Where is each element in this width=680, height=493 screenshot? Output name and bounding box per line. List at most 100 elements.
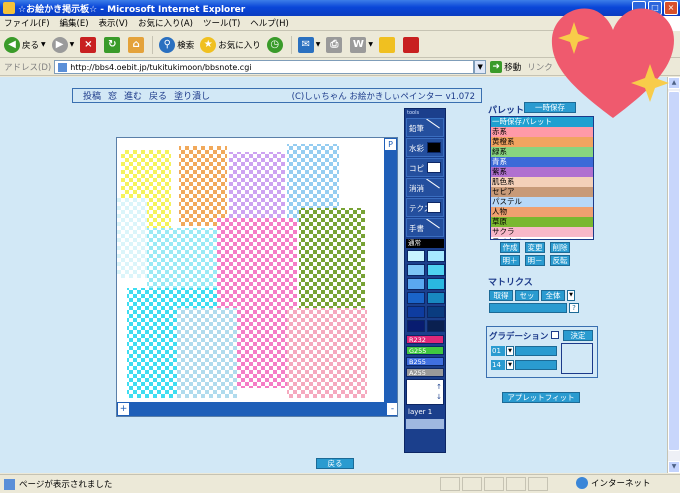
nav-redo[interactable]: 進む <box>124 89 142 102</box>
palette-change-button[interactable]: 変更 <box>525 242 545 253</box>
palette-item[interactable]: 肌色系 <box>491 177 593 187</box>
tool-copy[interactable]: コピ <box>406 158 444 177</box>
matrix-input[interactable] <box>489 303 567 313</box>
red-slider[interactable]: R232 <box>406 335 444 344</box>
zoom-out-button[interactable]: - <box>386 402 397 416</box>
canvas-artwork[interactable] <box>117 138 385 403</box>
palette-create-button[interactable]: 作成 <box>500 242 520 253</box>
canvas-horizontal-scrollbar[interactable]: + - <box>117 402 397 416</box>
gradation-start-value[interactable]: 01 <box>491 346 505 356</box>
menu-file[interactable]: ファイル(F) <box>4 17 50 29</box>
favorites-button[interactable]: ★ お気に入り <box>200 36 261 53</box>
layer-strip[interactable] <box>406 419 444 429</box>
menu-view[interactable]: 表示(V) <box>99 17 128 29</box>
color-swatch[interactable] <box>427 278 445 290</box>
gradation-ok-button[interactable]: 決定 <box>563 330 593 341</box>
menu-favorites[interactable]: お気に入り(A) <box>138 17 193 29</box>
palette-delete-button[interactable]: 削除 <box>550 242 570 253</box>
menu-edit[interactable]: 編集(E) <box>60 17 89 29</box>
mail-button[interactable]: ✉ ▼ <box>297 36 321 53</box>
edit-button[interactable]: W ▼ <box>350 36 373 53</box>
history-button[interactable]: ◷ <box>266 36 285 53</box>
color-swatch[interactable] <box>407 264 425 276</box>
back-dropdown-icon[interactable]: ▼ <box>41 41 46 48</box>
menu-help[interactable]: ヘルプ(H) <box>250 17 289 29</box>
discuss-button[interactable] <box>379 36 397 53</box>
home-button[interactable]: ⌂ <box>128 36 146 53</box>
tool-pencil[interactable]: 鉛筆 <box>406 118 444 137</box>
blend-mode[interactable]: 通常 <box>406 239 444 248</box>
matrix-help-button[interactable]: ? <box>569 303 579 313</box>
palette-item[interactable]: サクラ <box>491 227 593 237</box>
drawing-canvas[interactable]: P + - <box>116 137 398 417</box>
tool-handwrite[interactable]: 手書 <box>406 218 444 237</box>
color-swatch[interactable] <box>407 292 425 304</box>
edit-dropdown-icon[interactable]: ▼ <box>368 41 373 48</box>
menu-tools[interactable]: ツール(T) <box>203 17 240 29</box>
color-swatch[interactable] <box>427 292 445 304</box>
matrix-get-button[interactable]: 取得 <box>489 290 513 301</box>
nav-fill[interactable]: 塗り潰し <box>174 89 210 102</box>
page-back-button[interactable]: 戻る <box>316 458 354 469</box>
palette-list[interactable]: 一時保存パレット赤系黄橙系緑系青系紫系肌色系セピアパステル人物草原サクラモノクロ <box>490 116 594 240</box>
color-swatch[interactable] <box>407 306 425 318</box>
gradation-end-dropdown-icon[interactable]: ▼ <box>506 360 514 370</box>
page-scrollbar[interactable]: ▲ ▼ <box>667 77 680 473</box>
palette-item[interactable]: 人物 <box>491 207 593 217</box>
canvas-corner-button[interactable]: P <box>384 138 397 151</box>
applet-fit-button[interactable]: アプレットフィット <box>502 392 580 403</box>
palette-item[interactable]: セピア <box>491 187 593 197</box>
color-swatch[interactable] <box>427 250 445 262</box>
palette-darken-button[interactable]: 明－ <box>525 255 545 266</box>
palette-item[interactable]: 緑系 <box>491 147 593 157</box>
matrix-set-button[interactable]: セット <box>515 290 539 310</box>
address-input[interactable]: http://bbs4.oebit.jp/tukitukimoon/bbsnot… <box>54 60 475 74</box>
zoom-in-button[interactable]: + <box>117 402 130 416</box>
palette-item[interactable]: 黄橙系 <box>491 137 593 147</box>
pen-size-box[interactable]: ↑ ↓ <box>406 379 444 405</box>
alpha-slider[interactable]: A255 <box>406 368 444 377</box>
mail-dropdown-icon[interactable]: ▼ <box>316 41 321 48</box>
print-button[interactable]: ⎙ <box>326 36 344 53</box>
canvas-vertical-scrollbar[interactable]: P <box>384 138 397 403</box>
gradation-end-value[interactable]: 14 <box>491 360 505 370</box>
refresh-button[interactable]: ↻ <box>104 36 122 53</box>
back-button[interactable]: ◀ 戻る ▼ <box>4 36 46 53</box>
nav-post[interactable]: 投稿 <box>83 89 101 102</box>
address-dropdown-icon[interactable]: ▼ <box>474 60 487 74</box>
layer-label[interactable]: layer 1 <box>406 407 444 417</box>
tool-texture[interactable]: テクス <box>406 198 444 217</box>
research-button[interactable] <box>403 36 421 53</box>
palette-brighten-button[interactable]: 明＋ <box>500 255 520 266</box>
palette-item[interactable]: 赤系 <box>491 127 593 137</box>
stop-button[interactable]: × <box>80 36 98 53</box>
palette-item[interactable]: 青系 <box>491 157 593 167</box>
green-slider[interactable]: G255 <box>406 346 444 355</box>
search-button[interactable]: ⚲ 検索 <box>159 36 194 53</box>
palette-item[interactable]: 紫系 <box>491 167 593 177</box>
scroll-thumb[interactable] <box>668 91 680 451</box>
nav-undo[interactable]: 戻る <box>149 89 167 102</box>
color-swatch[interactable] <box>407 278 425 290</box>
gradation-end-bar[interactable] <box>515 360 557 370</box>
color-swatch[interactable] <box>427 320 445 332</box>
color-swatch[interactable] <box>427 264 445 276</box>
scroll-down-button[interactable]: ▼ <box>668 461 680 473</box>
matrix-all-button[interactable]: 全体 <box>541 290 565 301</box>
forward-dropdown-icon[interactable]: ▼ <box>70 41 75 48</box>
tool-watercolor[interactable]: 水彩 <box>406 138 444 157</box>
color-swatch[interactable] <box>407 320 425 332</box>
palette-invert-button[interactable]: 反転 <box>550 255 570 266</box>
tool-eraser[interactable]: 消消 <box>406 178 444 197</box>
palette-item[interactable]: 草原 <box>491 217 593 227</box>
color-swatch[interactable] <box>427 306 445 318</box>
gradation-start-bar[interactable] <box>515 346 557 356</box>
size-arrows-icon[interactable]: ↑ ↓ <box>436 382 442 402</box>
go-button[interactable]: ➜ 移動 <box>490 61 521 73</box>
gradation-checkbox[interactable] <box>551 331 559 339</box>
nav-window[interactable]: 窓 <box>108 89 117 102</box>
gradation-start-dropdown-icon[interactable]: ▼ <box>506 346 514 356</box>
color-swatch[interactable] <box>407 250 425 262</box>
palette-item[interactable]: パステル <box>491 197 593 207</box>
palette-item[interactable]: モノクロ <box>491 237 593 239</box>
